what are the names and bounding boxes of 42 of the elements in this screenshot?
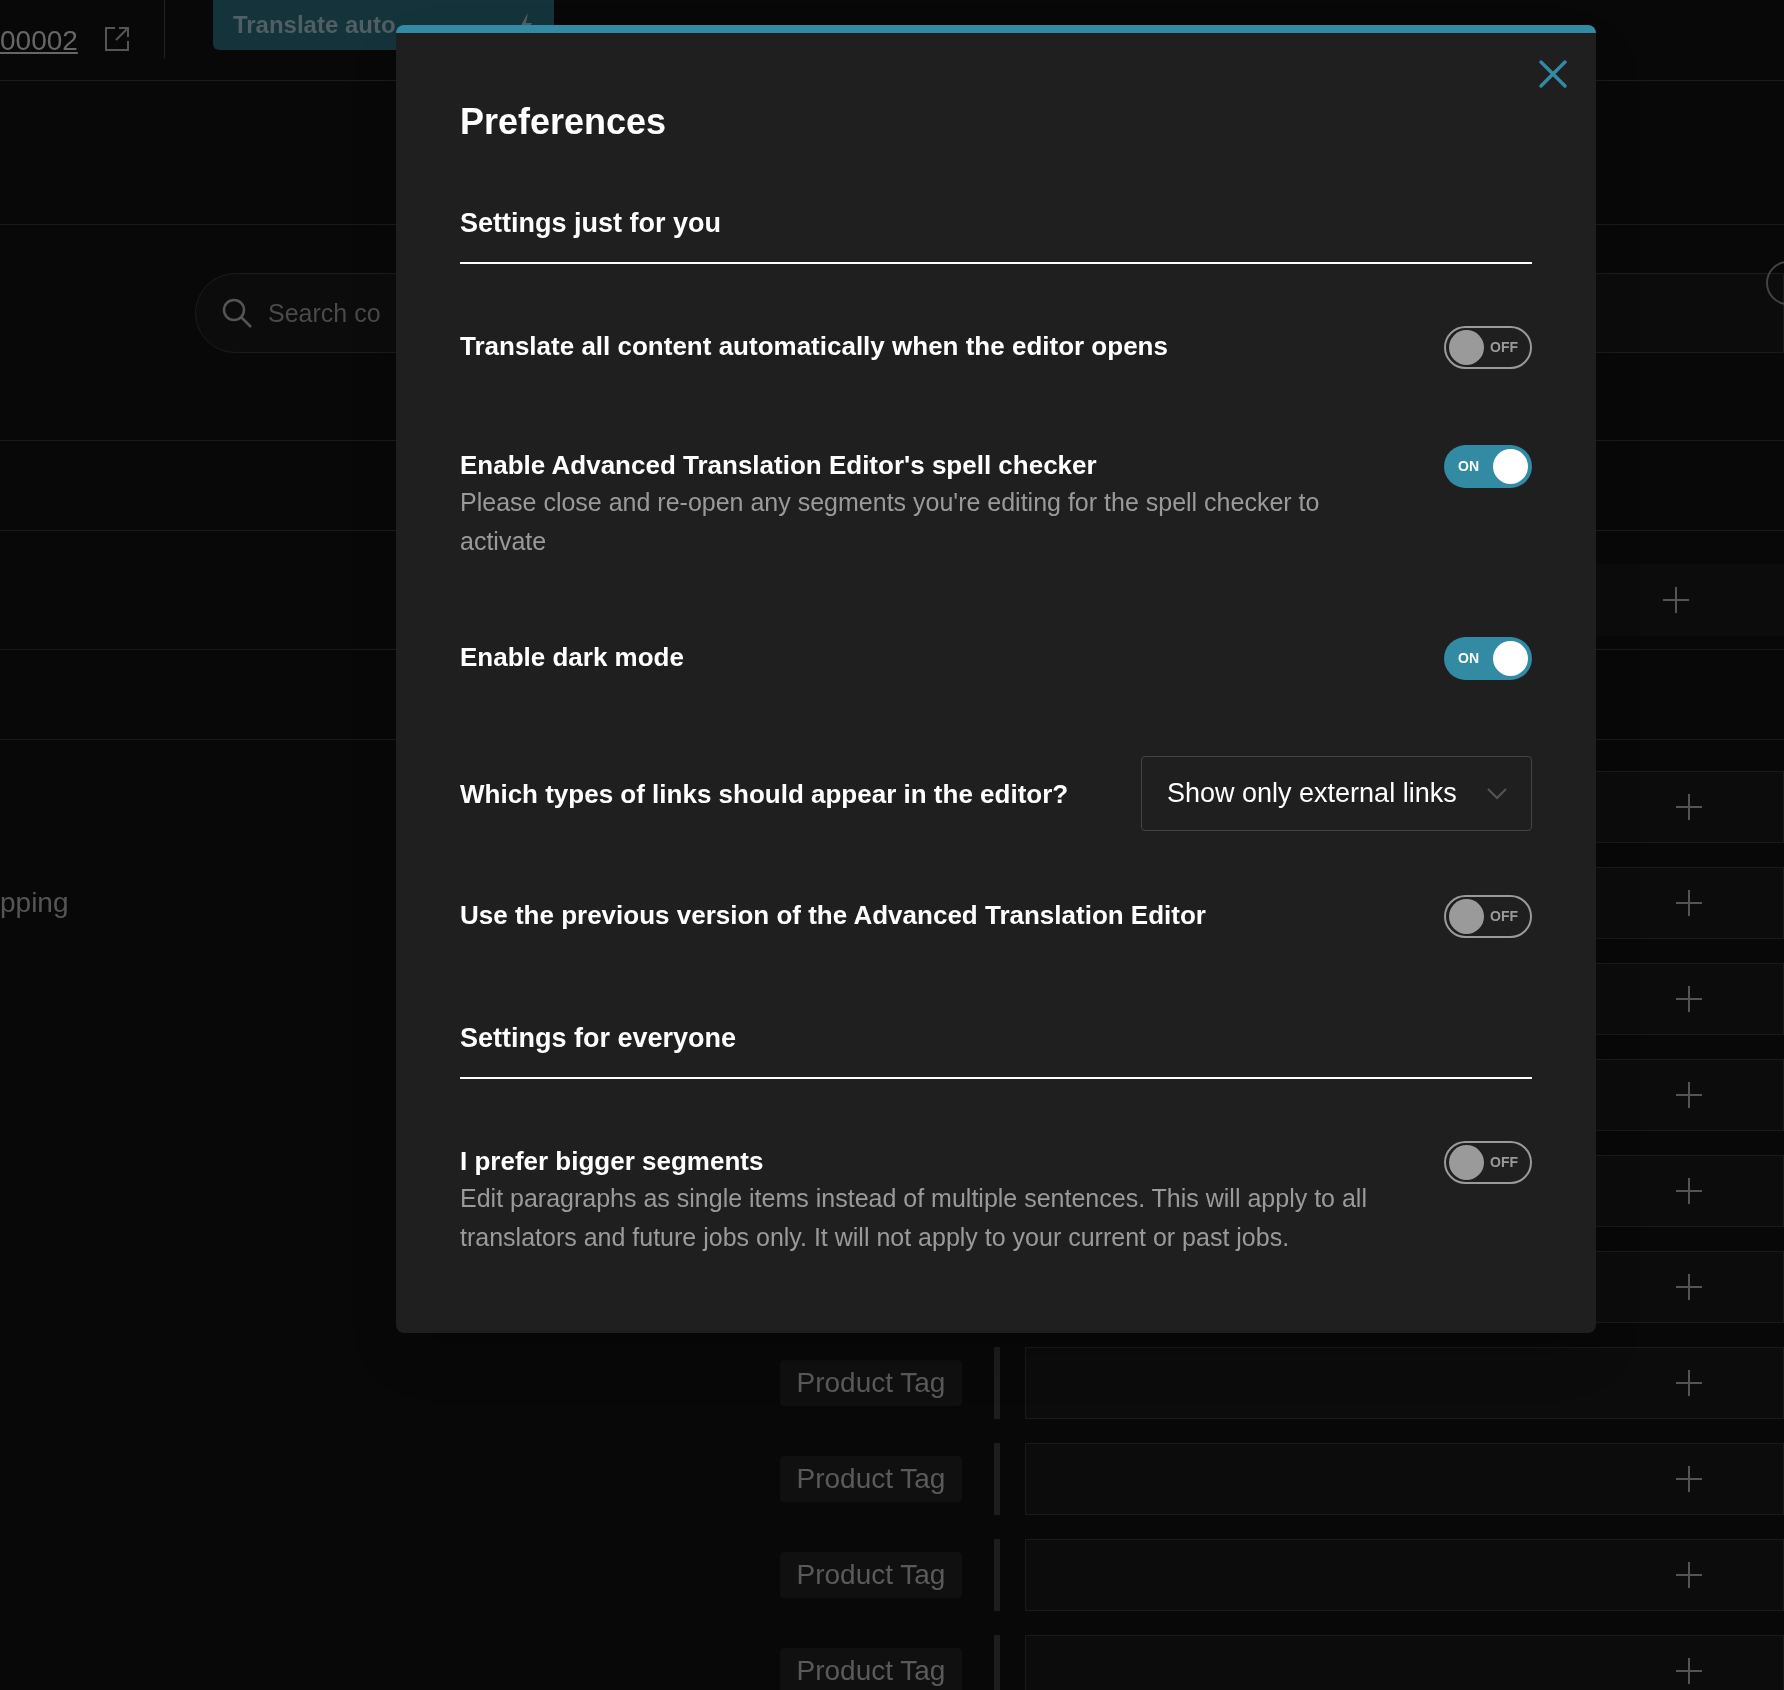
tag-label: Product Tag: [780, 1552, 962, 1598]
toggle-switch[interactable]: OFF: [1444, 326, 1532, 369]
row-cell[interactable]: [1025, 1443, 1784, 1515]
search-icon: [221, 297, 253, 329]
toggle-switch[interactable]: OFF: [1444, 1141, 1532, 1184]
tag-label: Product Tag: [780, 1360, 962, 1406]
link-type-dropdown[interactable]: Show only external links: [1141, 756, 1532, 831]
plus-icon[interactable]: [1676, 986, 1702, 1012]
chevron-down-icon: [1487, 787, 1507, 800]
external-link-icon[interactable]: [103, 26, 130, 52]
plus-icon[interactable]: [1676, 1274, 1702, 1300]
plus-icon[interactable]: [1676, 1082, 1702, 1108]
row-cell[interactable]: [1025, 1635, 1784, 1690]
section-heading: Settings just for you: [460, 206, 1532, 264]
dialog-title: Preferences: [460, 100, 668, 144]
setting-description: Please close and re-open any segments you're editing for the spell checker to activate: [460, 487, 1321, 557]
toggle-switch[interactable]: ON: [1444, 637, 1532, 680]
toggle-switch[interactable]: ON: [1444, 445, 1532, 488]
tag-label: Product Tag: [780, 1456, 962, 1502]
setting-label: Use the previous version of the Advanced Translation Editor: [460, 899, 1206, 931]
setting-label: I prefer bigger segments: [460, 1145, 765, 1177]
row-cell[interactable]: [1025, 1347, 1784, 1419]
setting-description: Edit paragraphs as single items instead of multiple sentences. This will apply to all translators and future jobs only. It will not apply to your current or past jobs.: [460, 1183, 1368, 1253]
plus-icon[interactable]: [1676, 1658, 1702, 1684]
plus-icon[interactable]: [1676, 1466, 1702, 1492]
row-cell[interactable]: [1025, 1539, 1784, 1611]
plus-icon[interactable]: [1676, 1370, 1702, 1396]
plus-icon[interactable]: [1676, 1178, 1702, 1204]
plus-icon[interactable]: [1663, 587, 1689, 613]
plus-icon[interactable]: [1676, 890, 1702, 916]
setting-label: Which types of links should appear in the editor?: [460, 777, 1069, 810]
setting-label: Enable dark mode: [460, 641, 684, 673]
toggle-switch[interactable]: OFF: [1444, 895, 1532, 938]
close-button[interactable]: [1538, 59, 1568, 89]
plus-icon[interactable]: [1676, 794, 1702, 820]
job-link[interactable]: 00002: [0, 20, 78, 62]
section-heading: Settings for everyone: [460, 1021, 1532, 1079]
tag-label: Product Tag: [780, 1648, 962, 1690]
setting-label: Enable Advanced Translation Editor's spell checker: [460, 449, 1098, 481]
plus-icon[interactable]: [1676, 1562, 1702, 1588]
row-label: pping: [0, 886, 69, 920]
setting-label: Translate all content automatically when the editor opens: [460, 330, 1168, 362]
